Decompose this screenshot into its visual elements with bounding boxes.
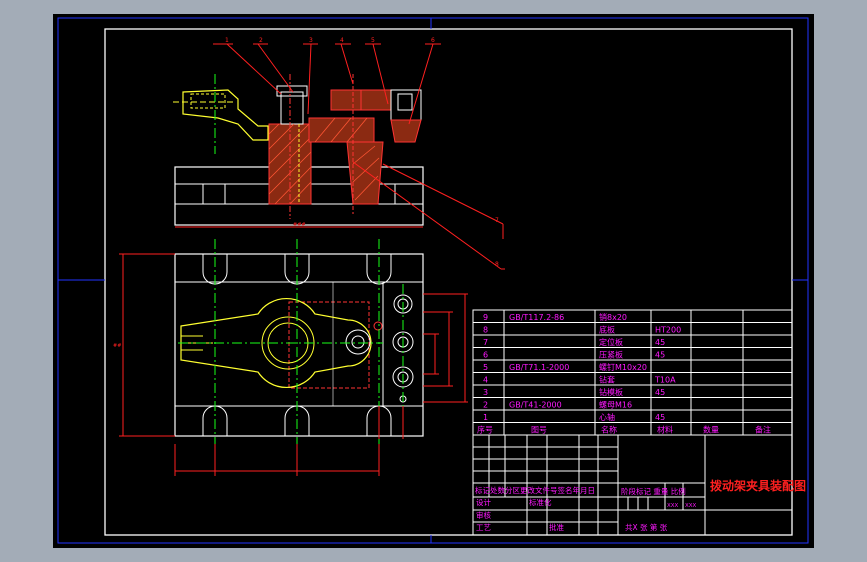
centering-marks [58, 18, 808, 543]
svg-text:钻套: 钻套 [599, 375, 615, 385]
svg-text:GB/T71.1-2000: GB/T71.1-2000 [509, 363, 569, 372]
review-label: 审核 [476, 510, 491, 520]
scale-value-left: XXX [667, 503, 679, 509]
svg-text:材料: 材料 [657, 425, 673, 435]
parts-row: 9 GB/T117.2-86 销8x20 [483, 312, 627, 322]
svg-text:7: 7 [483, 338, 488, 347]
svg-text:底板: 底板 [599, 325, 615, 335]
stage-weight-scale-labels: 阶段标记 重量 比例 [621, 486, 686, 496]
svg-text:5: 5 [483, 363, 488, 372]
svg-text:压紧板: 压紧板 [599, 350, 623, 360]
sheet-count: 共X 张 第 张 [625, 522, 668, 532]
plan-view-dimensions [119, 253, 468, 476]
approve-label: 批准 [549, 522, 564, 532]
svg-text:T10A: T10A [654, 376, 676, 385]
parts-row: 2 GB/T41-2000 螺母M16 [483, 400, 632, 410]
svg-text:销8x20: 销8x20 [599, 312, 627, 322]
svg-text:2: 2 [259, 37, 263, 44]
svg-text:8: 8 [483, 326, 488, 335]
svg-text:6: 6 [431, 37, 435, 44]
revision-row-label: 标记处数分区更改文件号签名年月日 [475, 485, 595, 495]
standardize-label: 标准化 [529, 497, 552, 507]
scale-value-right: XXX [685, 503, 697, 509]
svg-text:名称: 名称 [601, 425, 617, 435]
top-plan-view [174, 253, 424, 437]
parts-row: 5 GB/T71.1-2000 螺钉M10x20 [483, 362, 647, 372]
left-height-dimension: ## [113, 343, 121, 349]
svg-text:45: 45 [655, 388, 665, 397]
svg-text:45: 45 [655, 338, 665, 347]
svg-text:2: 2 [483, 401, 488, 410]
svg-text:5: 5 [371, 37, 375, 44]
svg-text:9: 9 [483, 313, 488, 322]
drawing-title: 拨动架夹具装配图 [710, 478, 806, 493]
svg-text:螺钉M10x20: 螺钉M10x20 [599, 362, 647, 372]
overall-width-value: ### [293, 222, 306, 228]
title-block-text: 标记处数分区更改文件号签名年月日 设计 标准化 审核 工艺 批准 阶段标记 重量… [475, 478, 806, 532]
svg-text:7: 7 [495, 217, 499, 224]
process-label: 工艺 [476, 523, 491, 532]
svg-text:4: 4 [340, 37, 344, 44]
svg-text:GB/T117.2-86: GB/T117.2-86 [509, 313, 564, 322]
svg-text:45: 45 [655, 351, 665, 360]
parts-header-row: 序号 图号 名称 材料 数量 备注 [477, 425, 771, 435]
svg-text:GB/T41-2000: GB/T41-2000 [509, 401, 562, 410]
svg-text:备注: 备注 [755, 425, 771, 435]
assembly-drawing: 123 456 78 ### ## 9 GB/T117.2-86 销8x20 8… [57, 17, 809, 544]
parts-row: 7 定位板 45 [483, 337, 665, 347]
svg-text:1: 1 [225, 37, 229, 44]
svg-text:定位板: 定位板 [599, 337, 623, 347]
parts-list-table [472, 309, 793, 436]
svg-text:图号: 图号 [531, 426, 547, 435]
parts-row: 4 钻套 T10A [483, 375, 676, 385]
svg-text:HT200: HT200 [655, 326, 681, 335]
svg-text:4: 4 [483, 376, 488, 385]
svg-text:8: 8 [495, 261, 499, 268]
svg-text:序号: 序号 [477, 425, 493, 435]
parts-list-text: 9 GB/T117.2-86 销8x20 8 底板 HT200 7 定位板 45… [477, 312, 771, 435]
front-section-view [173, 74, 424, 226]
svg-text:45: 45 [655, 413, 665, 422]
cad-drawing-viewport[interactable]: 123 456 78 ### ## 9 GB/T117.2-86 销8x20 8… [53, 14, 814, 548]
svg-text:数量: 数量 [703, 425, 719, 435]
parts-row: 6 压紧板 45 [483, 350, 665, 360]
parts-row: 3 钻模板 45 [483, 387, 665, 397]
svg-text:螺母M16: 螺母M16 [599, 400, 632, 410]
svg-text:3: 3 [309, 37, 313, 44]
designer-label: 设计 [476, 497, 491, 507]
svg-text:6: 6 [483, 351, 488, 360]
svg-text:1: 1 [483, 413, 488, 422]
svg-text:钻模板: 钻模板 [599, 387, 623, 397]
svg-text:心轴: 心轴 [599, 412, 615, 422]
svg-text:3: 3 [483, 388, 488, 397]
screen-border [57, 17, 809, 544]
parts-row: 1 心轴 45 [483, 412, 665, 422]
